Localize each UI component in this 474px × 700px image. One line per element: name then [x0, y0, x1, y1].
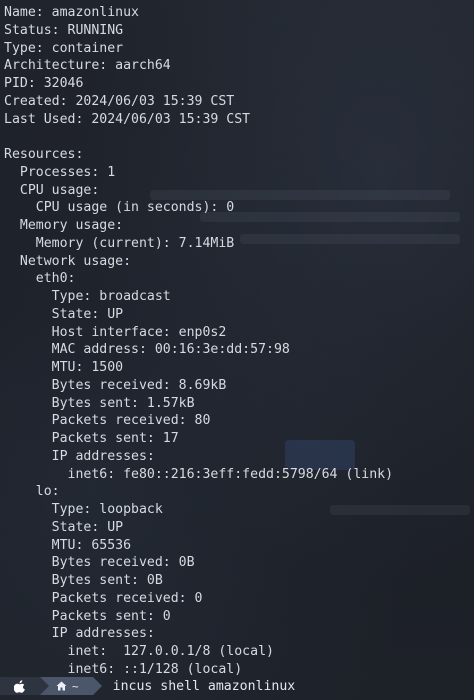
terminal-line: Type: container — [4, 40, 124, 56]
terminal-line: Host interface: enp0s2 — [4, 324, 227, 340]
terminal-line: Bytes received: 8.69kB — [4, 377, 227, 393]
terminal-line: PID: 32046 — [4, 76, 84, 91]
terminal-output[interactable]: Name: amazonlinux Status: RUNNING Type: co… — [4, 4, 474, 679]
terminal-line: MTU: 1500 — [4, 360, 124, 375]
terminal-line: eth0: — [4, 271, 76, 287]
terminal-line: inet6: fe80::216:3eff:fedd:5798/64 (link… — [4, 466, 394, 482]
terminal-line: MTU: 65536 — [4, 537, 132, 553]
terminal-line: Packets received: 80 — [4, 413, 211, 429]
terminal-line: Bytes sent: 1.57kB — [4, 395, 195, 411]
terminal-line: IP addresses: — [4, 626, 155, 642]
terminal-line: lo: — [4, 484, 60, 500]
terminal-line: Architecture: aarch64 — [4, 58, 171, 74]
terminal-line: inet6: ::1/128 (local) — [4, 661, 243, 677]
terminal-line: Packets sent: 0 — [4, 608, 171, 624]
shell-prompt: ~ incus shell amazonlinux — [0, 677, 295, 695]
terminal-line: CPU usage: — [4, 182, 100, 198]
prompt-path: ~ — [72, 679, 79, 693]
prompt-os-segment — [0, 677, 49, 695]
terminal-line: Packets sent: 17 — [4, 431, 179, 446]
terminal-line: Bytes received: 0B — [4, 555, 195, 571]
terminal-line: Processes: 1 — [4, 164, 116, 180]
terminal-line: Type: broadcast — [4, 289, 171, 304]
terminal-line: Memory (current): 7.14MiB — [4, 235, 235, 251]
terminal-line: Name: amazonlinux — [4, 5, 139, 20]
terminal-line: Network usage: — [4, 253, 132, 269]
terminal-line: Status: RUNNING — [4, 22, 124, 38]
terminal-line: CPU usage (in seconds): 0 — [4, 200, 235, 216]
terminal-line: Memory usage: — [4, 218, 124, 233]
terminal-line: Last Used: 2024/06/03 15:39 CST — [4, 111, 251, 127]
terminal-line: Packets received: 0 — [4, 590, 203, 606]
terminal-line: MAC address: 00:16:3e:dd:57:98 — [4, 342, 290, 358]
terminal-line: inet: 127.0.0.1/8 (local) — [4, 644, 274, 659]
terminal-line: State: UP — [4, 519, 124, 535]
apple-icon — [14, 679, 26, 693]
terminal-line: Resources: — [4, 147, 84, 162]
home-icon — [56, 681, 67, 691]
terminal-line: Created: 2024/06/03 15:39 CST — [4, 93, 235, 109]
terminal-line: IP addresses: — [4, 448, 155, 464]
command-text[interactable]: incus shell amazonlinux — [113, 679, 296, 694]
terminal-line: State: UP — [4, 306, 124, 322]
terminal-line: Bytes sent: 0B — [4, 573, 163, 588]
terminal-line: Type: loopback — [4, 502, 163, 517]
